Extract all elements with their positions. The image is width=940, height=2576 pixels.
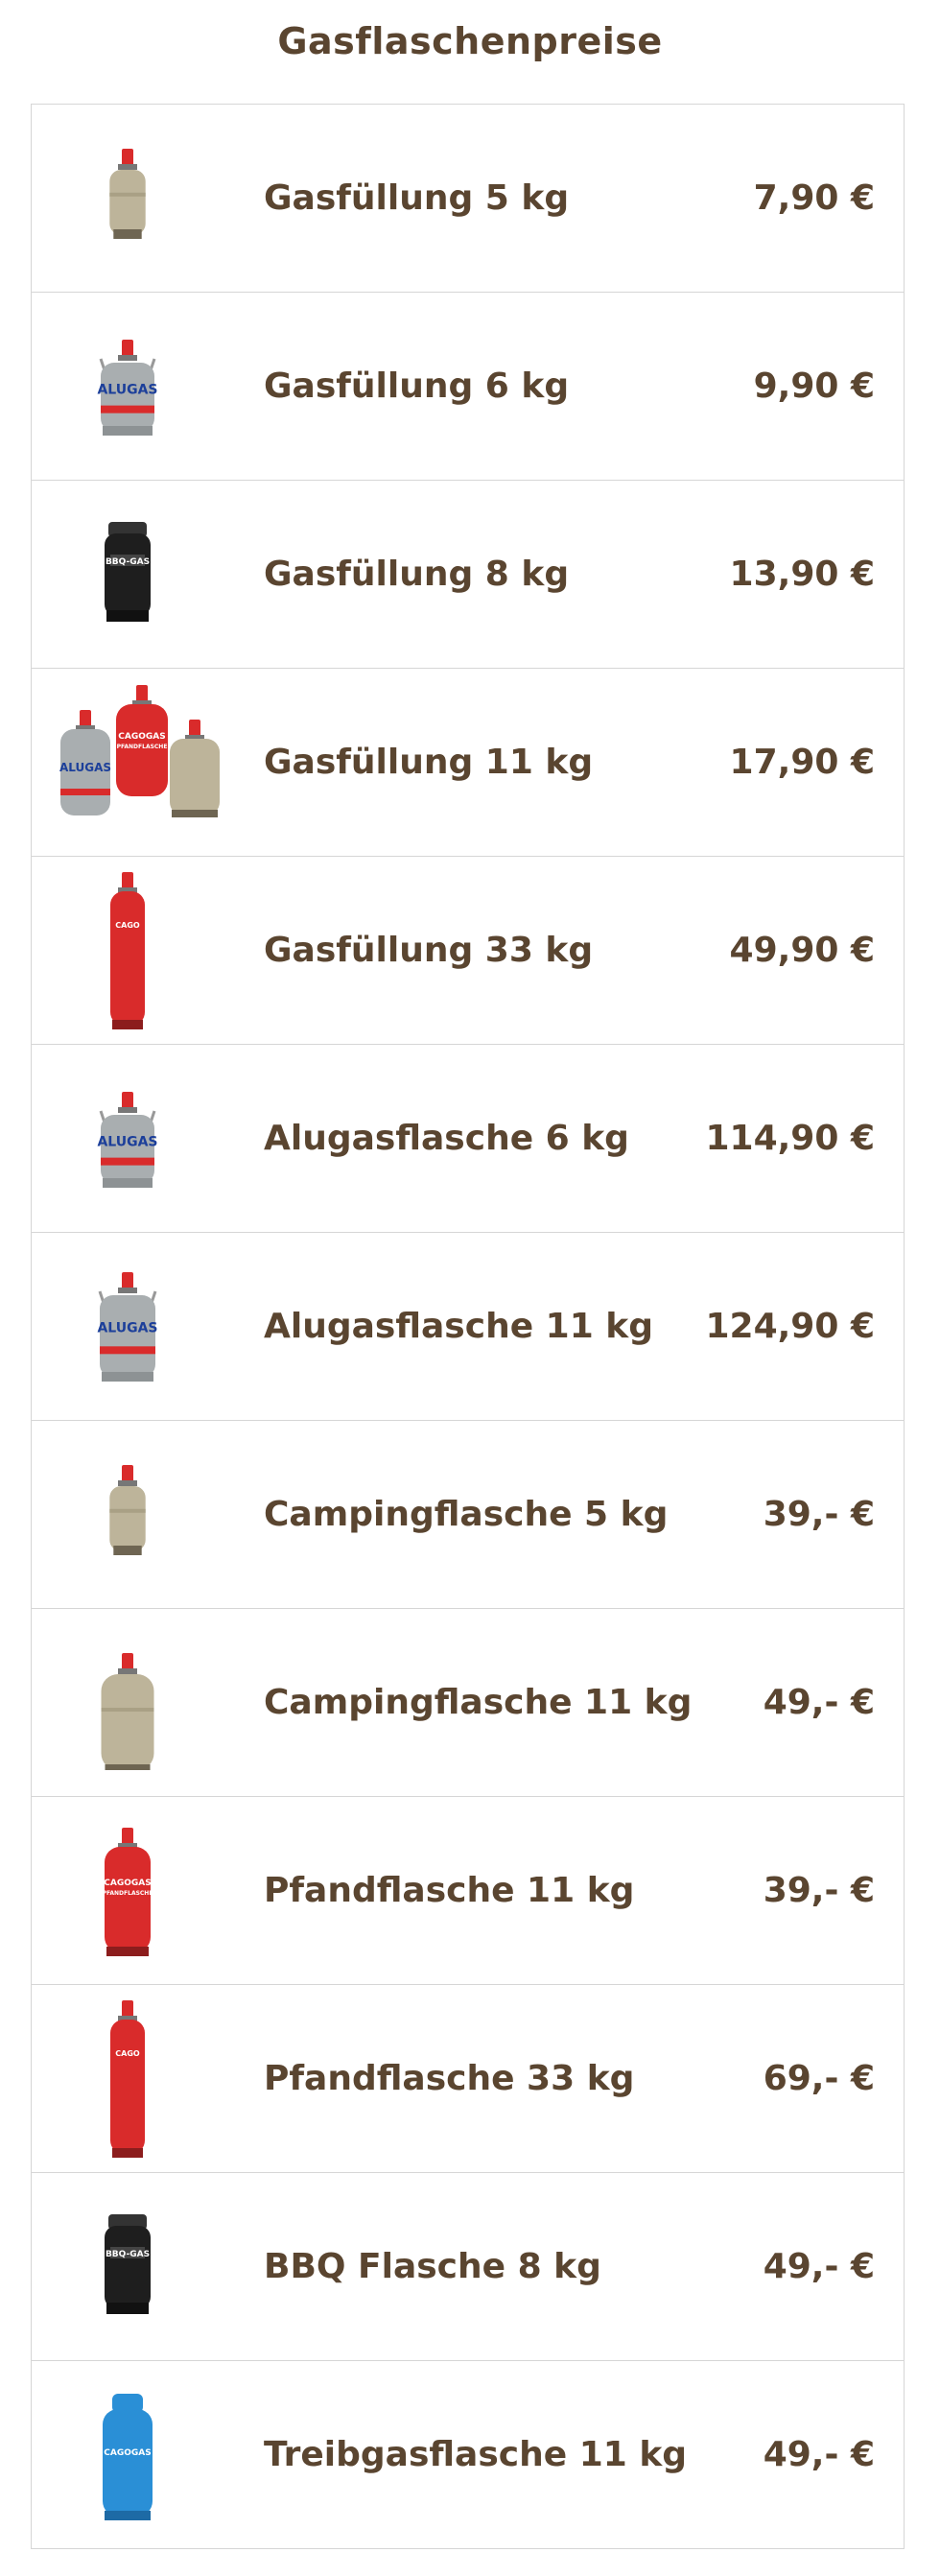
product-price: 39,- € [763, 1495, 875, 1534]
table-row: CAGOGAS PFANDFLASCHE Pfandflasche 11 kg … [32, 1796, 904, 1984]
product-name: Treibgasflasche 11 kg [264, 2435, 688, 2474]
product-price: 49,- € [763, 2247, 875, 2286]
table-row: ALUGAS Gasfüllung 6 kg 9,90 € [32, 292, 904, 480]
svg-text:CAGO: CAGO [115, 2049, 140, 2058]
table-row: CAGO Gasfüllung 33 kg 49,90 € [32, 856, 904, 1044]
product-name: Campingflasche 5 kg [264, 1495, 669, 1534]
product-price: 39,- € [763, 1871, 875, 1910]
product-price: 124,90 € [705, 1307, 875, 1346]
black-bbq-gas-bottle-icon: BBQ-GAS [32, 2173, 223, 2360]
product-name: Alugasflasche 11 kg [264, 1307, 653, 1346]
svg-text:BBQ-GAS: BBQ-GAS [106, 557, 150, 567]
table-row: Gasfüllung 5 kg 7,90 € [32, 105, 904, 292]
product-price: 69,- € [763, 2059, 875, 2098]
product-price: 49,- € [763, 2435, 875, 2474]
red-cagogas-bottle-icon: CAGOGAS PFANDFLASCHE [32, 1797, 223, 1984]
svg-text:CAGO: CAGO [115, 921, 140, 930]
product-name: Alugasflasche 6 kg [264, 1119, 629, 1158]
beige-gas-bottle-small-icon [32, 1421, 223, 1608]
table-row: ALUGAS CAGOGAS PFANDFLASCHE Gasfüllung 1… [32, 668, 904, 856]
svg-text:ALUGAS: ALUGAS [97, 382, 157, 397]
svg-text:ALUGAS: ALUGAS [97, 1320, 157, 1335]
product-name: Pfandflasche 33 kg [264, 2059, 635, 2098]
beige-gas-bottle-icon [32, 1609, 223, 1796]
svg-text:CAGOGAS: CAGOGAS [104, 2448, 151, 2458]
tall-red-gas-bottle-icon: CAGO [32, 1985, 223, 2172]
svg-text:CAGOGAS: CAGOGAS [104, 1879, 151, 1888]
product-name: Pfandflasche 11 kg [264, 1871, 635, 1910]
three-gas-bottles-icon: ALUGAS CAGOGAS PFANDFLASCHE [32, 669, 252, 856]
table-row: Campingflasche 5 kg 39,- € [32, 1420, 904, 1608]
product-name: BBQ Flasche 8 kg [264, 2247, 601, 2286]
svg-text:BBQ-GAS: BBQ-GAS [106, 2250, 150, 2259]
product-name: Campingflasche 11 kg [264, 1683, 693, 1722]
svg-text:PFANDFLASCHE: PFANDFLASCHE [117, 744, 168, 750]
table-row: ALUGAS Alugasflasche 6 kg 114,90 € [32, 1044, 904, 1232]
price-table: Gasfüllung 5 kg 7,90 € ALUGAS Gasfüllung… [31, 104, 905, 2549]
product-price: 13,90 € [729, 555, 875, 594]
black-bbq-gas-bottle-icon: BBQ-GAS [32, 481, 223, 668]
table-row: BBQ-GAS BBQ Flasche 8 kg 49,- € [32, 2172, 904, 2360]
table-row: CAGO Pfandflasche 33 kg 69,- € [32, 1984, 904, 2172]
blue-cagogas-bottle-icon: CAGOGAS [32, 2361, 223, 2548]
product-price: 114,90 € [705, 1119, 875, 1158]
product-price: 49,- € [763, 1683, 875, 1722]
beige-gas-bottle-small-icon [32, 105, 223, 292]
table-row: Campingflasche 11 kg 49,- € [32, 1608, 904, 1796]
product-name: Gasfüllung 33 kg [264, 931, 594, 970]
svg-text:PFANDFLASCHE: PFANDFLASCHE [103, 1890, 153, 1897]
table-row: BBQ-GAS Gasfüllung 8 kg 13,90 € [32, 480, 904, 668]
product-name: Gasfüllung 11 kg [264, 743, 594, 782]
product-name: Gasfüllung 6 kg [264, 366, 570, 406]
page-title: Gasflaschenpreise [277, 20, 663, 62]
svg-text:ALUGAS: ALUGAS [59, 761, 111, 774]
alugas-bottle-icon: ALUGAS [32, 293, 223, 480]
alugas-bottle-large-icon: ALUGAS [32, 1233, 223, 1420]
product-price: 9,90 € [753, 366, 875, 406]
product-price: 49,90 € [729, 931, 875, 970]
product-price: 7,90 € [753, 178, 875, 218]
alugas-bottle-icon: ALUGAS [32, 1045, 223, 1232]
product-name: Gasfüllung 8 kg [264, 555, 570, 594]
tall-red-gas-bottle-icon: CAGO [32, 857, 223, 1044]
table-row: CAGOGAS Treibgasflasche 11 kg 49,- € [32, 2360, 904, 2548]
product-name: Gasfüllung 5 kg [264, 178, 570, 218]
product-price: 17,90 € [729, 743, 875, 782]
svg-text:CAGOGAS: CAGOGAS [118, 732, 165, 742]
table-row: ALUGAS Alugasflasche 11 kg 124,90 € [32, 1232, 904, 1420]
svg-text:ALUGAS: ALUGAS [97, 1134, 157, 1149]
